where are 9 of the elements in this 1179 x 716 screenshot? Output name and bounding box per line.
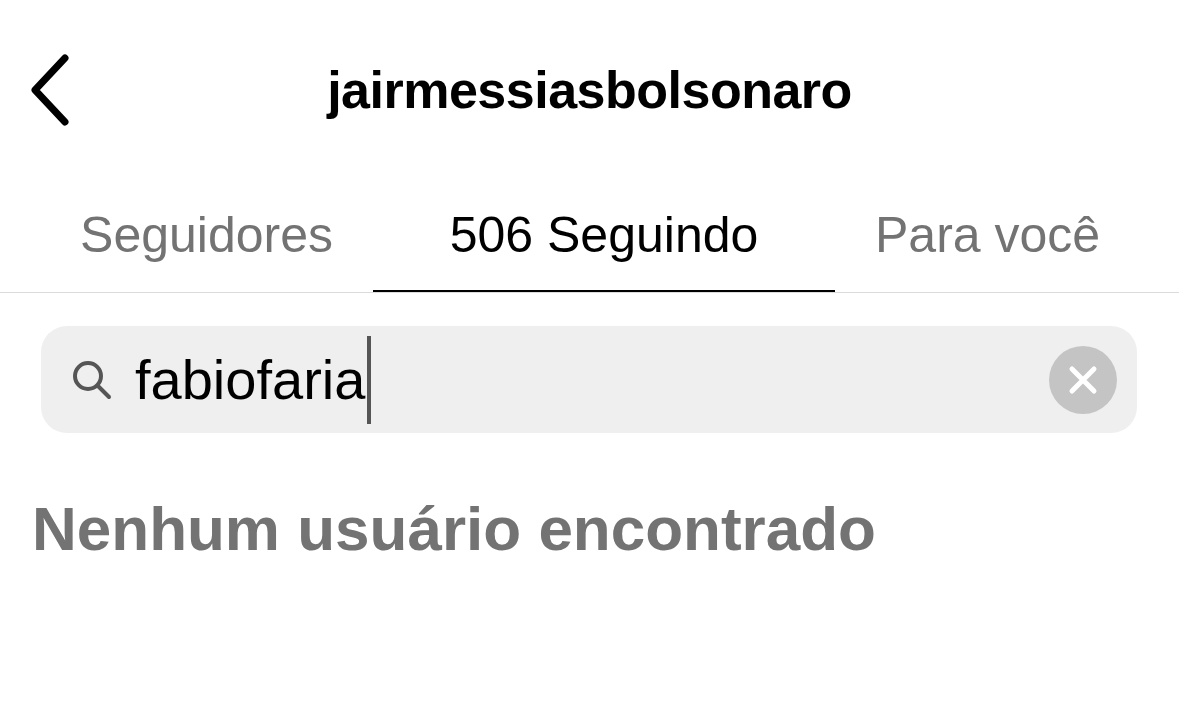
- tab[interactable]: Para você: [835, 180, 1141, 292]
- profile-username: jairmessiasbolsonaro: [327, 60, 852, 120]
- search-icon: [71, 358, 113, 401]
- search-field[interactable]: fabiofaria: [41, 326, 1137, 433]
- search-text: fabiofaria: [135, 347, 366, 412]
- close-icon: [1068, 364, 1098, 395]
- empty-message: Nenhum usuário encontrado: [32, 493, 877, 564]
- tab[interactable]: Seguidores: [0, 180, 373, 292]
- tab[interactable]: 506 Seguindo: [373, 180, 835, 292]
